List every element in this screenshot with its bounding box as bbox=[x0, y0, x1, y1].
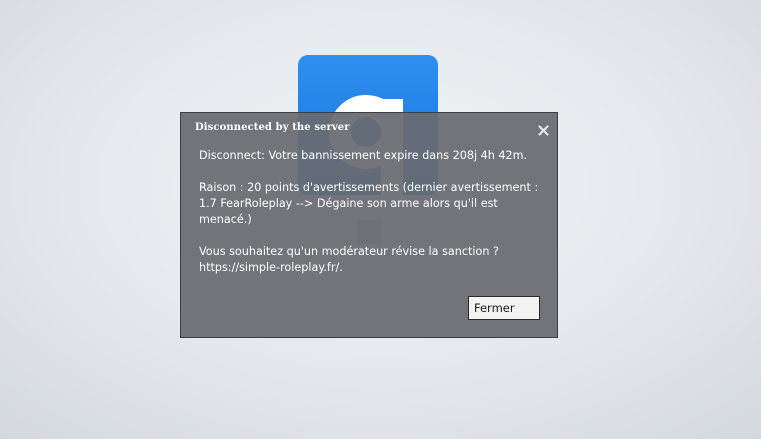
disconnect-dialog: Disconnected by the server Disconnect: V… bbox=[180, 112, 558, 338]
disconnect-message: Disconnect: Votre bannissement expire da… bbox=[199, 149, 539, 274]
close-button[interactable] bbox=[537, 122, 550, 136]
fermer-button[interactable]: Fermer bbox=[468, 296, 540, 320]
dialog-title: Disconnected by the server bbox=[195, 122, 350, 133]
close-icon bbox=[538, 125, 549, 136]
